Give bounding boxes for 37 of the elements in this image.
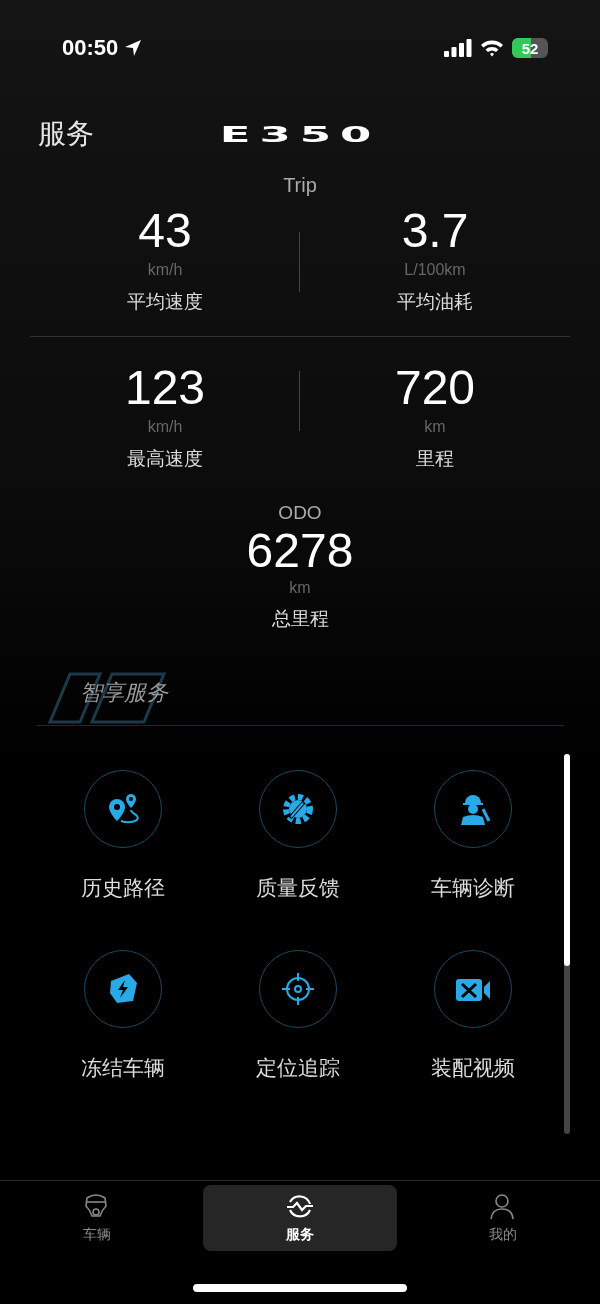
tab[interactable]: 服务 xyxy=(203,1185,397,1251)
stat-unit: km/h xyxy=(147,260,183,280)
odo-caption: 总里程 xyxy=(271,606,329,631)
stat-value: 3.7 xyxy=(401,203,469,259)
page-title: 服务 xyxy=(38,116,94,152)
stat-unit: L/100km xyxy=(404,260,466,280)
tab[interactable]: 车辆 xyxy=(0,1185,194,1251)
signal-icon xyxy=(444,39,472,57)
service-item[interactable]: 质量反馈 xyxy=(210,770,386,902)
location-arrow-icon xyxy=(124,39,143,57)
status-time: 00:50 xyxy=(62,35,119,61)
stat-value: 720 xyxy=(394,360,476,416)
service-item[interactable]: 定位追踪 xyxy=(210,950,386,1082)
stat-label: 最高速度 xyxy=(127,446,203,471)
stat-value: 123 xyxy=(124,360,206,416)
stat-value: 43 xyxy=(138,203,192,259)
wrench-gear-icon xyxy=(280,791,316,827)
wifi-icon xyxy=(480,39,504,57)
stat-unit: km xyxy=(424,417,446,437)
section-title: 智享服务 xyxy=(80,679,168,707)
scrollbar[interactable] xyxy=(564,754,570,1134)
stat-label: 平均油耗 xyxy=(397,289,473,314)
brand-logo: E350 xyxy=(219,121,381,147)
service-item[interactable]: 车辆诊断 xyxy=(385,770,560,902)
odo-label: ODO xyxy=(278,501,322,525)
crosshair-icon xyxy=(280,971,316,1007)
stat-unit: km/h xyxy=(147,417,183,437)
odo-value: 6278 xyxy=(246,525,354,577)
trip-label: Trip xyxy=(282,173,318,198)
stat-label: 里程 xyxy=(416,446,454,471)
service-item[interactable]: 装配视频 xyxy=(385,950,560,1082)
tab[interactable]: 我的 xyxy=(406,1185,600,1251)
stat-label: 平均速度 xyxy=(127,289,203,314)
scroll-thumb[interactable] xyxy=(564,754,570,966)
service-item[interactable]: 历史路径 xyxy=(36,770,211,902)
odo-unit: km xyxy=(289,578,311,598)
service-item[interactable]: 冻结车辆 xyxy=(36,950,211,1082)
